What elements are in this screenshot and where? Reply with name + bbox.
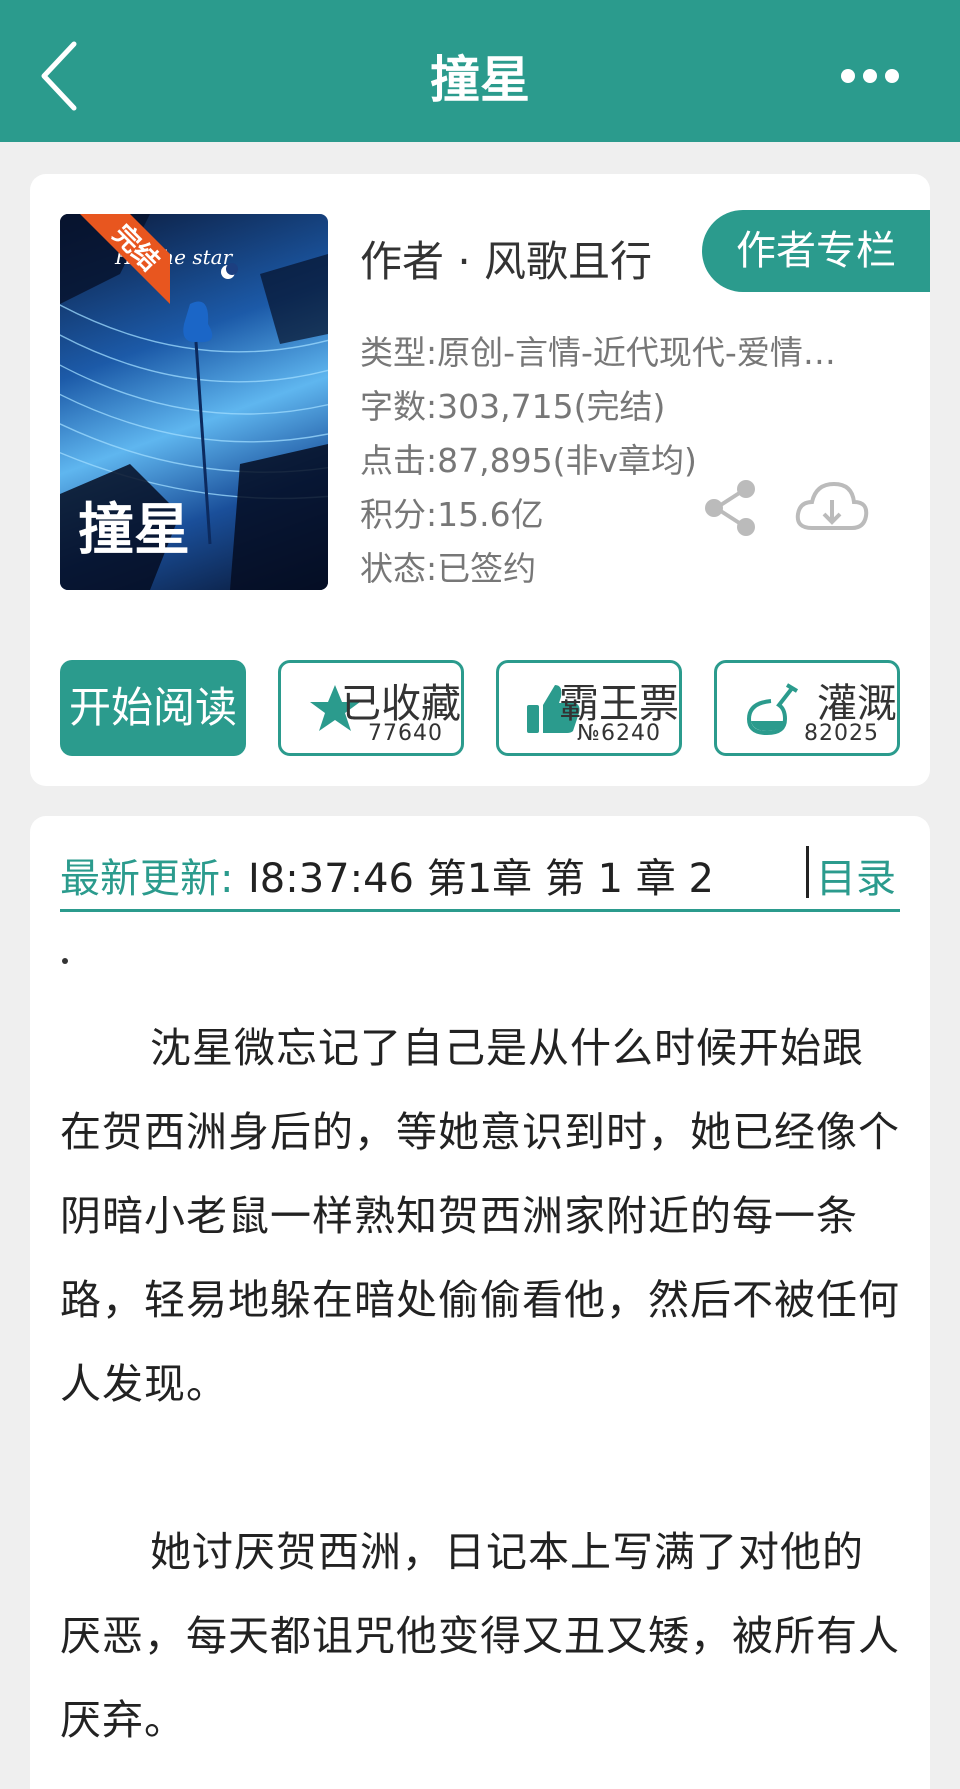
water-button[interactable]: 灌溉 82025	[714, 660, 900, 756]
ticket-button[interactable]: 霸王票 №6240	[496, 660, 682, 756]
table-of-contents-link[interactable]: 目录	[816, 846, 896, 904]
bullet-dot	[62, 958, 68, 964]
book-score: 积分:15.6亿	[360, 495, 544, 534]
book-cover[interactable]: Hit the star 撞星 完结	[60, 214, 328, 590]
book-info-card: Hit the star 撞星 完结 作者 · 风歌且行 作者专栏 类型:原创-…	[30, 174, 930, 786]
cloud-download-icon	[795, 481, 869, 530]
share-icon	[705, 480, 755, 536]
collect-count: 77640	[368, 721, 443, 746]
more-button[interactable]	[840, 66, 900, 86]
content-paragraph-2: 她讨厌贺西洲，日记本上写满了对他的厌恶，每天都诅咒他变得又丑又矮，被所有人厌弃。	[60, 1528, 900, 1744]
divider	[806, 846, 809, 898]
share-button[interactable]	[702, 478, 758, 538]
more-dots-icon	[841, 69, 899, 83]
author-name[interactable]: 作者 · 风歌且行	[360, 228, 652, 289]
collect-button[interactable]: 已收藏 77640	[278, 660, 464, 756]
book-clicks: 点击:87,895(非v章均)	[360, 441, 697, 480]
latest-update-label: 最新更新:	[60, 856, 234, 902]
ticket-count: №6240	[577, 721, 661, 746]
completed-badge: 完结	[80, 214, 170, 304]
top-bar: 撞星	[0, 0, 960, 142]
content-paragraph-1: 沈星微忘记了自己是从什么时候开始跟在贺西洲身后的，等她意识到时，她已经像个阴暗小…	[60, 1024, 900, 1408]
latest-update-row[interactable]: 最新更新: I8:37:46 第1章 第 1 章 2( 目录	[60, 846, 900, 912]
author-column-button[interactable]: 作者专栏	[702, 210, 930, 292]
water-count: 82025	[804, 721, 879, 746]
book-type: 类型:原创-言情-近代现代-爱情…	[360, 333, 836, 372]
latest-update-value[interactable]: I8:37:46 第1章 第 1 章 2(	[248, 846, 716, 904]
book-status: 状态:已签约	[360, 549, 537, 588]
chapter-preview-card: 最新更新: I8:37:46 第1章 第 1 章 2( 目录 沈星微忘记了自己是…	[30, 816, 930, 1789]
page-title: 撞星	[430, 51, 530, 109]
watering-flask-icon	[746, 683, 799, 736]
svg-text:撞星: 撞星	[78, 497, 190, 563]
start-reading-button[interactable]: 开始阅读	[60, 660, 246, 756]
download-button[interactable]	[794, 478, 870, 538]
book-word-count: 字数:303,715(完结)	[360, 387, 666, 426]
